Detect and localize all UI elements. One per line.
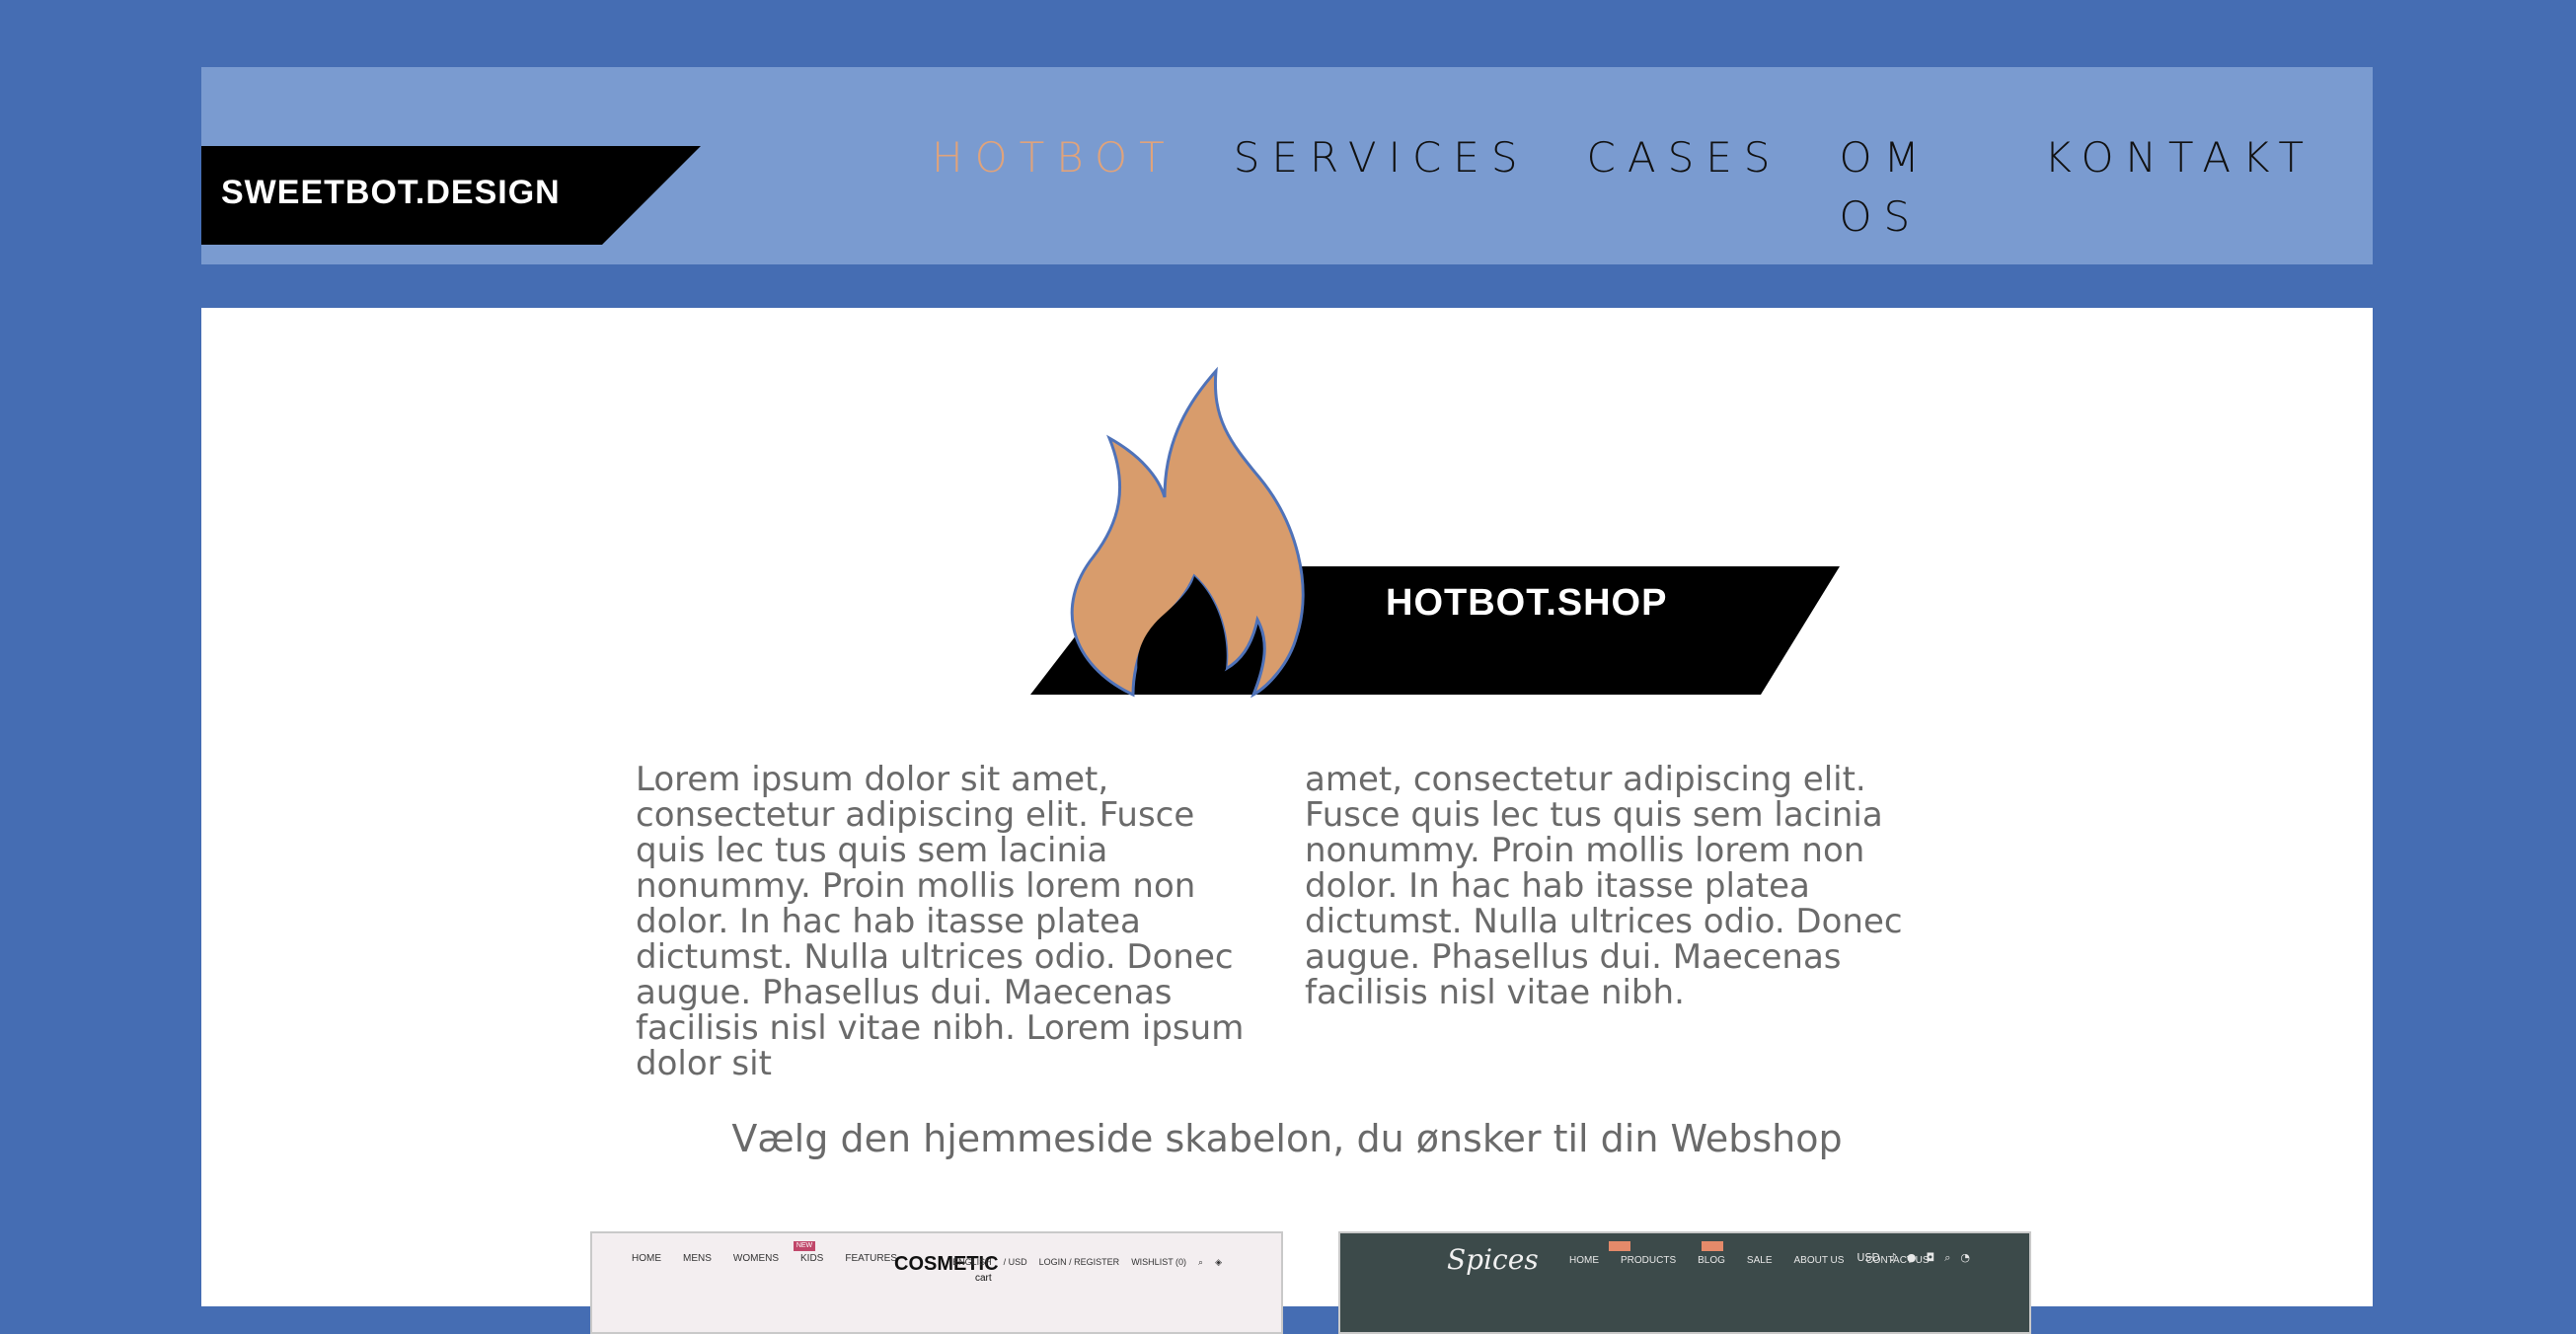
spices-utility-icons: USD ♪ ● ◘ ⌕ ◔ [1856, 1251, 1970, 1265]
site-header: SWEETBOT.DESIGN HOTBOT SERVICES CASES OM… [201, 67, 2373, 264]
hero-logo-text: HOTBOT.SHOP [1386, 582, 1668, 624]
nav-cases[interactable]: CASES [1587, 128, 1782, 187]
spices-nav-item: PRODUCTS [1621, 1255, 1677, 1266]
logo-text: SWEETBOT.DESIGN [221, 174, 561, 211]
spices-badge [1609, 1241, 1630, 1251]
cosmetic-brand-sub: cart [975, 1273, 992, 1284]
cart-icon: ◈ [1215, 1257, 1222, 1267]
main-content: HOTBOT.SHOP Lorem ipsum dolor sit amet, … [201, 308, 2373, 1334]
cosmetic-utility-item: ENGLISH [952, 1257, 992, 1267]
spices-nav-item: BLOG [1698, 1255, 1725, 1266]
template-heading: Vælg den hjemmeside skabelon, du ønsker … [731, 1117, 1843, 1160]
spices-nav-item: SALE [1746, 1255, 1773, 1266]
cosmetic-new-badge: NEW [794, 1241, 815, 1251]
bag-icon: ◔ [1960, 1251, 1970, 1264]
search-icon: ⌕ [1198, 1257, 1204, 1267]
cart-icon: ◘ [1926, 1251, 1935, 1264]
intro-text: Lorem ipsum dolor sit amet, consectetur … [636, 762, 1938, 1081]
flame-icon [1030, 366, 1840, 699]
sound-icon: ♪ [1889, 1251, 1897, 1264]
cosmetic-utility-nav: ENGLISH / USD LOGIN / REGISTER WISHLIST … [952, 1257, 1222, 1268]
nav-om-os[interactable]: OM OS [1839, 128, 1987, 241]
hotbot-shop-logo: HOTBOT.SHOP [971, 339, 1859, 714]
spices-nav-item: HOME [1569, 1255, 1599, 1266]
cosmetic-nav-item: WOMENS [732, 1253, 780, 1264]
cosmetic-utility-item: LOGIN / REGISTER [1038, 1257, 1120, 1267]
cosmetic-nav-item: MENS [683, 1253, 712, 1264]
cosmetic-nav-item: KIDS [800, 1253, 824, 1264]
sweetbot-logo[interactable]: SWEETBOT.DESIGN [201, 146, 701, 245]
search-icon: ⌕ [1944, 1251, 1951, 1264]
template-thumbnail-spices[interactable]: Spices HOME PRODUCTS BLOG SALE ABOUT US … [1338, 1231, 2031, 1334]
user-icon: ● [1906, 1251, 1917, 1264]
intro-column-2: amet, consectetur adipiscing elit. Fusce… [1305, 760, 1903, 1012]
cosmetic-nav-item: HOME [632, 1253, 661, 1264]
spices-badge [1702, 1241, 1723, 1251]
intro-column-1: Lorem ipsum dolor sit amet, consectetur … [636, 760, 1245, 1083]
cosmetic-nav-item: FEATURES [845, 1253, 897, 1264]
spices-nav-item: ABOUT US [1793, 1255, 1845, 1266]
cosmetic-utility-item: WISHLIST (0) [1131, 1257, 1187, 1267]
currency-label: USD [1856, 1251, 1880, 1264]
cosmetic-nav: HOME MENS WOMENS KIDS FEATURES [632, 1253, 897, 1264]
main-nav: HOTBOT SERVICES CASES OM OS KONTAKT [932, 128, 2373, 241]
nav-services[interactable]: SERVICES [1234, 128, 1530, 187]
template-thumbnail-cosmetic[interactable]: HOME MENS WOMENS KIDS FEATURES NEW COSME… [590, 1231, 1283, 1334]
nav-hotbot[interactable]: HOTBOT [932, 128, 1176, 187]
nav-kontakt[interactable]: KONTAKT [2044, 128, 2315, 187]
spices-brand: Spices [1447, 1243, 1539, 1276]
cosmetic-utility-item: / USD [1003, 1257, 1027, 1267]
